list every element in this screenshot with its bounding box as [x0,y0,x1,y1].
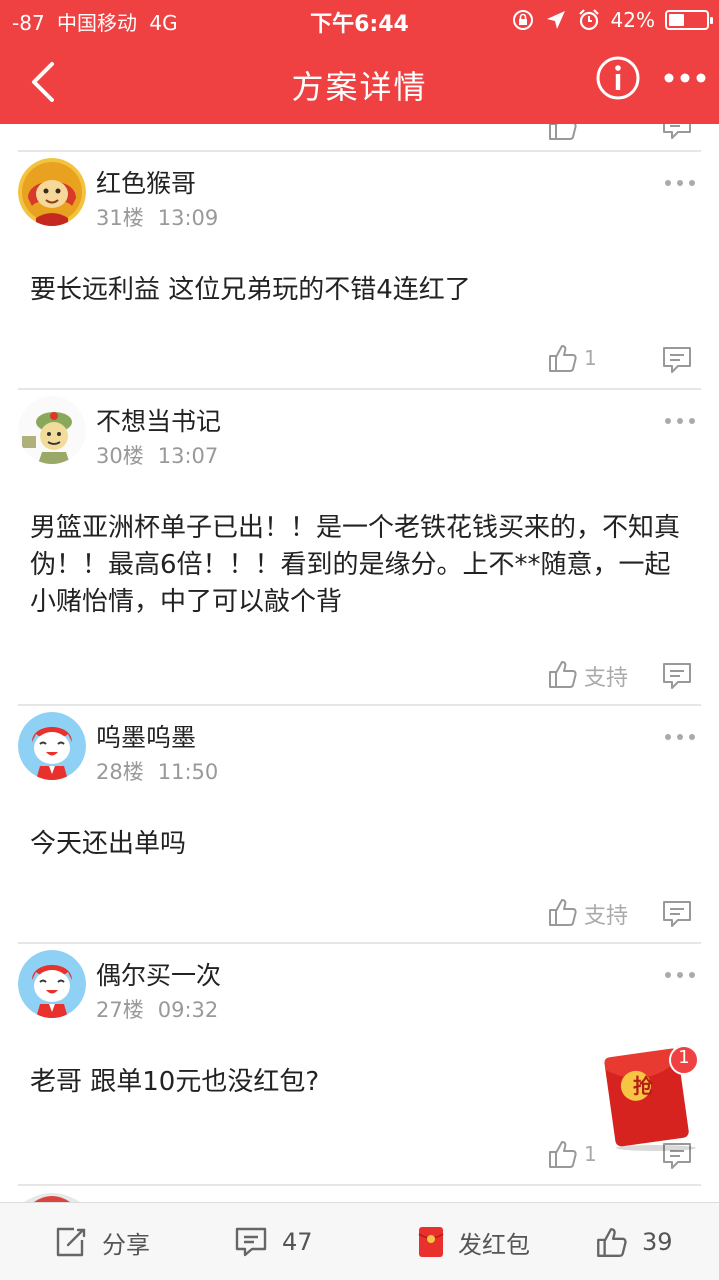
floor-number: 30楼 [96,444,144,468]
comment-text: 要长远利益 这位兄弟玩的不错4连红了 [30,275,471,305]
bottom-toolbar: 分享 47 发红包 39 [0,1202,719,1280]
monkey-avatar-icon [18,158,86,226]
thumbs-up-icon [597,1228,627,1257]
next-avatar-peek [24,1193,80,1202]
floor-number: 27楼 [96,998,144,1022]
like-button[interactable]: 39 [594,1223,673,1261]
red-packet-icon [418,1227,444,1257]
thumbs-up-icon[interactable] [546,896,578,928]
like-label[interactable]: 支持 [584,660,628,692]
username[interactable]: 红色猴哥 [96,164,196,200]
like-count[interactable]: 1 [584,346,597,370]
more-options-icon[interactable] [664,416,696,426]
username[interactable]: 呜墨呜墨 [96,718,196,754]
thumbs-up-icon[interactable] [546,1138,578,1170]
red-packet-badge: 1 [678,1047,690,1068]
more-options-icon[interactable] [664,732,696,742]
divider [18,150,701,152]
divider [18,704,701,706]
reply-icon[interactable] [662,900,692,928]
info-icon[interactable] [594,54,642,102]
comment-text: 今天还出单吗 [30,829,187,859]
floor-number: 28楼 [96,760,144,784]
send-red-packet-button[interactable]: 发红包 [418,1223,530,1261]
comment-list[interactable]: 红色猴哥 31楼 13:09 要长远利益 这位兄弟玩的不错4连红了 1 不想当书… [0,124,719,1202]
location-arrow-icon [546,11,565,29]
share-edit-icon [56,1227,86,1257]
comment-meta: 30楼 13:07 [96,440,218,470]
red-packet-float[interactable]: 抢 1 [604,1044,700,1152]
thumbs-up-icon[interactable] [546,342,578,374]
comments-button[interactable]: 47 [234,1223,313,1261]
comment-text: 男篮亚洲杯单子已出！！是一个老铁花钱买来的，不知真伪！！最高6倍！！！看到的是缘… [30,513,681,617]
divider [18,388,701,390]
status-bar: -87 中国移动 4G 下午6:44 42% [0,0,719,40]
battery-icon [665,10,713,30]
like-label[interactable]: 支持 [584,898,628,930]
username[interactable]: 偶尔买一次 [96,956,221,992]
comment-icon [235,1227,267,1257]
battery-level [669,14,684,26]
comment-count: 47 [282,1228,313,1256]
comment-actions: 支持 [0,658,719,694]
avatar[interactable] [18,950,86,1018]
avatar[interactable] [18,712,86,780]
nav-bar: 方案详情 [0,40,719,124]
previous-comment-actions [0,124,719,150]
reply-icon[interactable] [662,124,692,140]
default-avatar-icon [18,950,86,1018]
comment-time: 13:09 [157,206,219,230]
comment-item: 呜墨呜墨 28楼 11:50 今天还出单吗 支持 [0,712,719,942]
like-count[interactable]: 1 [584,1142,597,1166]
thumbs-up-icon[interactable] [546,658,578,690]
alarm-icon [578,9,599,31]
more-options-icon[interactable] [664,970,696,980]
comment-meta: 27楼 09:32 [96,994,218,1024]
default-avatar-icon [18,712,86,780]
reply-icon[interactable] [662,346,692,374]
comment-item: 红色猴哥 31楼 13:09 要长远利益 这位兄弟玩的不错4连红了 1 [0,158,719,388]
floor-number: 31楼 [96,206,144,230]
comment-actions: 1 [0,342,719,378]
share-label: 分享 [102,1230,150,1259]
lock-rotation-icon [512,10,533,30]
red-packet-char: 抢 [633,1074,653,1098]
comment-actions: 支持 [0,896,719,932]
divider [18,1184,701,1186]
username[interactable]: 不想当书记 [96,402,221,438]
like-count: 39 [642,1228,673,1256]
divider [18,942,701,944]
status-right: 42% [511,6,713,34]
comment-time: 09:32 [157,998,219,1022]
thumbs-up-icon[interactable] [546,124,578,142]
share-button[interactable]: 分享 [54,1223,150,1261]
cartoon-avatar-icon [18,396,86,464]
avatar[interactable] [18,158,86,226]
red-packet-label: 发红包 [458,1230,530,1259]
comment-meta: 31楼 13:09 [96,202,218,232]
comment-time: 13:07 [157,444,219,468]
reply-icon[interactable] [662,662,692,690]
battery-percent: 42% [610,8,655,32]
comment-text: 老哥 跟单10元也没红包? [30,1067,320,1097]
avatar[interactable] [18,396,86,464]
more-options-icon[interactable] [664,178,696,188]
comment-item: 不想当书记 30楼 13:07 男篮亚洲杯单子已出！！是一个老铁花钱买来的，不知真… [0,396,719,704]
comment-meta: 28楼 11:50 [96,756,218,786]
comment-time: 11:50 [157,760,219,784]
more-dots-icon[interactable] [660,68,710,88]
